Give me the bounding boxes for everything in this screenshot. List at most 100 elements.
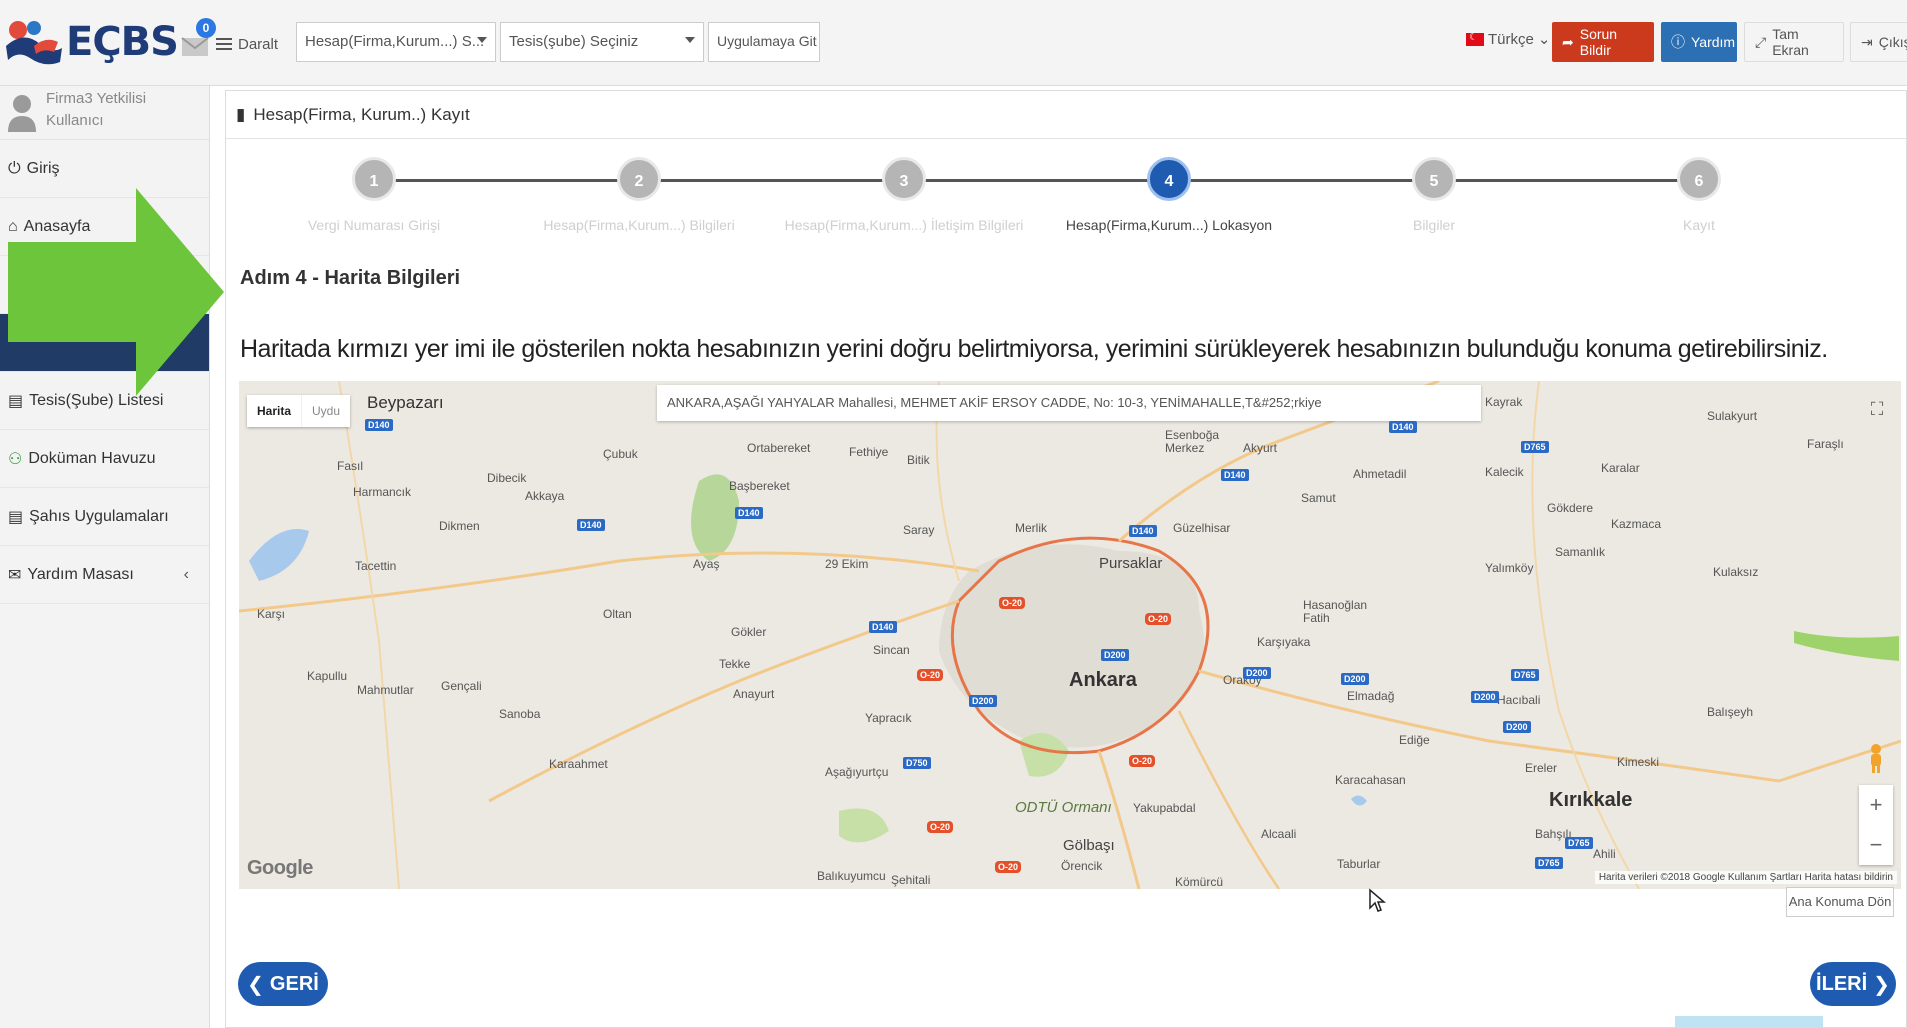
- back-label: GERİ: [269, 972, 319, 995]
- road-shield: D140: [869, 621, 897, 633]
- zoom-out-icon[interactable]: −: [1859, 825, 1893, 865]
- collapse-button[interactable]: Daralt: [216, 30, 278, 58]
- road-shield: D200: [969, 695, 997, 707]
- user-name: Firma3 Yetkilisi: [46, 90, 147, 107]
- place-label: Kayrak: [1485, 395, 1523, 409]
- place-label: Kalecik: [1485, 465, 1524, 479]
- chevron-left-icon: ‹: [183, 565, 189, 583]
- place-label: Gölbaşı: [1063, 837, 1115, 854]
- power-icon: ⏻: [8, 159, 21, 177]
- place-label: Ayaş: [693, 557, 720, 571]
- report-issue-button[interactable]: ➦ Sorun Bildir: [1552, 22, 1654, 62]
- place-label: Ortabereket: [747, 441, 811, 455]
- users-icon: ⚇: [8, 450, 23, 468]
- wizard-step-label: Kayıt: [1683, 217, 1715, 233]
- map-fullscreen-icon[interactable]: ⛶: [1861, 393, 1893, 425]
- language-dropdown[interactable]: Türkçe ⌄: [1466, 30, 1550, 48]
- account-select-value: Hesap(Firma,Kurum...) S...: [305, 33, 485, 50]
- report-issue-label: Sorun Bildir: [1579, 26, 1618, 58]
- place-label: Faraşlı: [1807, 437, 1844, 451]
- facility-select-value: Tesis(şube) Seçiniz: [509, 33, 639, 50]
- fullscreen-button[interactable]: ⤢ Tam Ekran: [1744, 22, 1844, 62]
- chevron-right-icon: ❯: [1873, 973, 1890, 996]
- place-label: Fethiye: [849, 445, 889, 459]
- place-label: Anayurt: [733, 687, 775, 701]
- place-label: Pursaklar: [1099, 555, 1163, 572]
- place-label: Esenboğa Merkez: [1165, 428, 1220, 455]
- wizard-step-1[interactable]: 1: [352, 157, 396, 201]
- account-select[interactable]: Hesap(Firma,Kurum...) S...: [296, 22, 496, 62]
- wizard-step-6[interactable]: 6: [1677, 157, 1721, 201]
- place-label: Merlik: [1015, 521, 1047, 535]
- road-shield: D200: [1471, 691, 1499, 703]
- road-shield: D200: [1101, 649, 1129, 661]
- place-label: Dibecik: [487, 471, 527, 485]
- place-label: Mahmutlar: [357, 683, 414, 697]
- road-shield: D200: [1341, 673, 1369, 685]
- language-label: Türkçe: [1488, 30, 1534, 48]
- road-shield: O-20: [1145, 613, 1172, 625]
- place-label: Yakupabdal: [1133, 801, 1196, 815]
- place-label: Karşı: [257, 607, 286, 621]
- question-circle-icon: ⓘ: [1671, 34, 1685, 50]
- wizard-step-3[interactable]: 3: [882, 157, 926, 201]
- road-shield: O-20: [999, 597, 1026, 609]
- wizard-step-label: Hesap(Firma,Kurum...) İletişim Bilgileri: [784, 217, 1024, 233]
- panel-title: Hesap(Firma, Kurum..) Kayıt: [253, 104, 470, 124]
- back-button[interactable]: ❮ GERİ: [238, 962, 328, 1006]
- app-logo[interactable]: EÇBS: [4, 16, 179, 68]
- place-label: Dikmen: [439, 519, 480, 533]
- zoom-in-icon[interactable]: +: [1859, 785, 1893, 825]
- place-label: Gençali: [441, 679, 482, 693]
- logo-text: EÇBS: [66, 19, 179, 65]
- collapse-label: Daralt: [238, 35, 279, 53]
- wizard-progress-line: [371, 179, 1691, 182]
- app-select[interactable]: Uygulamaya Git ▾: [708, 22, 820, 62]
- sidebar-item-yardim-masasi[interactable]: ✉ Yardım Masası ‹: [0, 546, 209, 604]
- annotation-arrow-icon: [8, 188, 224, 396]
- exit-button[interactable]: ⇥ Çıkış: [1850, 22, 1907, 62]
- next-label: İLERİ: [1816, 972, 1868, 995]
- share-arrow-icon: ➦: [1562, 33, 1574, 50]
- expand-icon: ⤢: [1755, 33, 1767, 50]
- road-shield: O-20: [927, 821, 954, 833]
- map-type-satellite[interactable]: Uydu: [301, 395, 350, 427]
- mouse-cursor-icon: [1369, 888, 1386, 912]
- building-icon: ▤: [8, 508, 24, 526]
- place-label: Samanlık: [1555, 545, 1606, 559]
- place-label: Güzelhisar: [1173, 521, 1231, 535]
- place-label: Kapullu: [307, 669, 348, 683]
- place-label: Beypazarı: [367, 393, 444, 412]
- place-label: Sulakyurt: [1707, 409, 1758, 423]
- place-label: Ahmetadil: [1353, 467, 1407, 481]
- street-view-pegman-icon[interactable]: [1863, 743, 1889, 773]
- sign-out-icon: ⇥: [1861, 33, 1873, 50]
- road-shield: O-20: [995, 861, 1022, 873]
- facility-select[interactable]: Tesis(şube) Seçiniz: [500, 22, 704, 62]
- map-attribution[interactable]: Harita verileri ©2018 Google Kullanım Şa…: [1594, 871, 1897, 884]
- hamburger-icon: [216, 38, 232, 50]
- road-shield: D750: [903, 757, 931, 769]
- place-label: Hacıbali: [1497, 693, 1541, 707]
- road-shield: D140: [577, 519, 605, 531]
- sidebar-item-sahis-uygulamalari[interactable]: ▤ Şahıs Uygulamaları: [0, 488, 209, 546]
- location-map[interactable]: Harita Uydu ANKARA,AŞAĞI YAHYALAR Mahall…: [239, 381, 1901, 889]
- user-role: Kullanıcı: [46, 112, 104, 129]
- building-icon: ▮: [236, 104, 246, 124]
- wizard-step-2[interactable]: 2: [617, 157, 661, 201]
- home-location-button[interactable]: Ana Konuma Dön: [1786, 887, 1894, 917]
- help-button[interactable]: ⓘ Yardım: [1661, 22, 1737, 62]
- panel-header: ▮ Hesap(Firma, Kurum..) Kayıt: [226, 91, 1906, 139]
- place-label: Taburlar: [1337, 857, 1381, 871]
- sidebar-item-dokuman-havuzu[interactable]: ⚇ Doküman Havuzu: [0, 430, 209, 488]
- place-label: Yapracık: [865, 711, 912, 725]
- place-label: Ankara: [1069, 669, 1137, 691]
- next-button[interactable]: İLERİ ❯: [1810, 962, 1896, 1006]
- instruction-text: Haritada kırmızı yer imi ile gösterilen …: [240, 335, 1828, 363]
- map-type-map[interactable]: Harita: [247, 395, 301, 427]
- wizard-step-4[interactable]: 4: [1147, 157, 1191, 201]
- wizard-step-5[interactable]: 5: [1412, 157, 1456, 201]
- place-label: Saray: [903, 523, 935, 537]
- place-label: 29 Ekim: [825, 557, 869, 571]
- place-label: Karacahasan: [1335, 773, 1406, 787]
